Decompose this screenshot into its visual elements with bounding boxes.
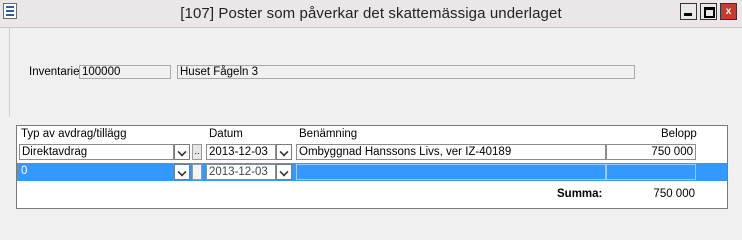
- benamning-field[interactable]: [296, 164, 606, 180]
- datum-dropdown-icon[interactable]: [276, 144, 292, 160]
- typ-dropdown-icon[interactable]: [174, 164, 190, 180]
- header-typ: Typ av avdrag/tillägg: [21, 128, 127, 140]
- maximize-button[interactable]: [700, 3, 717, 20]
- typ-more-button[interactable]: ..: [192, 144, 202, 160]
- header-benamning: Benämning: [299, 128, 358, 140]
- benamning-field[interactable]: Ombyggnad Hanssons Livs, ver IZ-40189: [296, 144, 606, 160]
- typ-field[interactable]: 0: [19, 164, 174, 180]
- typ-dropdown-icon[interactable]: [174, 144, 190, 160]
- close-button[interactable]: x: [720, 3, 737, 20]
- belopp-field[interactable]: 750 000: [606, 144, 696, 160]
- title-bar: [107] Poster som påverkar det skattemäss…: [0, 0, 742, 28]
- poster-grid: Typ av avdrag/tillägg Datum Benämning Be…: [16, 125, 728, 209]
- inventarie-name-field: Huset Fågeln 3: [177, 65, 635, 79]
- minimize-button[interactable]: [680, 3, 697, 20]
- datum-field[interactable]: 2013-12-03: [206, 164, 276, 180]
- belopp-field[interactable]: [606, 164, 696, 180]
- datum-dropdown-icon[interactable]: [276, 164, 292, 180]
- summa-value: 750 000: [653, 188, 695, 200]
- table-row-selected[interactable]: 0 2013-12-03: [17, 163, 727, 181]
- typ-field[interactable]: Direktavdrag: [19, 144, 174, 160]
- header-belopp: Belopp: [661, 128, 697, 140]
- inventarie-id-field: 100000: [79, 65, 171, 79]
- datum-field[interactable]: 2013-12-03: [206, 144, 276, 160]
- summa-label: Summa:: [557, 188, 603, 200]
- dialog-window: [107] Poster som påverkar det skattemäss…: [0, 0, 742, 219]
- window-title: [107] Poster som påverkar det skattemäss…: [180, 5, 562, 22]
- header-datum: Datum: [209, 128, 243, 140]
- typ-more-button[interactable]: [192, 164, 202, 180]
- left-divider: [9, 27, 10, 117]
- inventarie-label: Inventarie: [29, 66, 80, 78]
